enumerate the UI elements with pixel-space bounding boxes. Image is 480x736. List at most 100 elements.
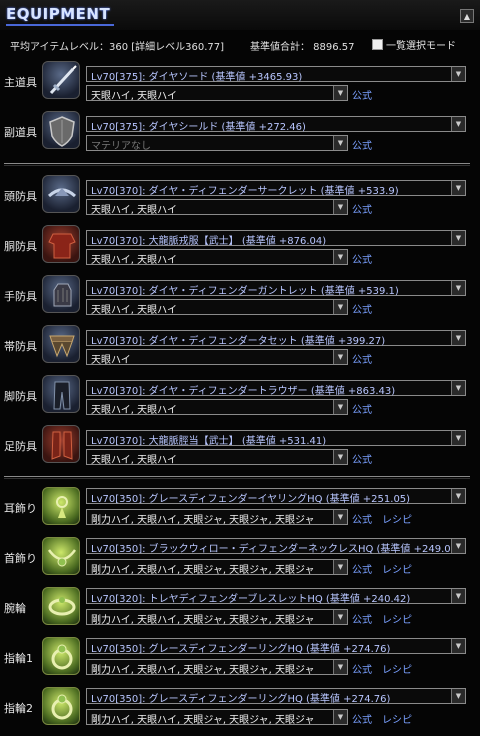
- slot-label: 指輪1: [4, 652, 33, 665]
- chevron-down-icon[interactable]: ▼: [333, 300, 347, 314]
- item-select[interactable]: Lv70[350]: グレースディフェンダーイヤリングHQ (基準値 +251.…: [86, 488, 466, 505]
- official-link[interactable]: 公式: [352, 611, 372, 626]
- chevron-down-icon[interactable]: ▼: [451, 381, 465, 395]
- official-link[interactable]: 公式: [352, 661, 372, 676]
- official-link[interactable]: 公式: [352, 401, 372, 416]
- official-link[interactable]: 公式: [352, 351, 372, 366]
- body-armor-icon[interactable]: [42, 225, 80, 263]
- materia-select[interactable]: 天眼ハイ, 天眼ハイ ▼: [86, 449, 348, 466]
- chevron-down-icon[interactable]: ▼: [451, 181, 465, 195]
- chevron-down-icon[interactable]: ▼: [451, 431, 465, 445]
- recipe-link[interactable]: レシピ: [382, 711, 412, 726]
- official-link[interactable]: 公式: [352, 711, 372, 726]
- materia-select[interactable]: 天眼ハイ, 天眼ハイ ▼: [86, 199, 348, 216]
- chevron-down-icon[interactable]: ▼: [333, 660, 347, 674]
- official-link[interactable]: 公式: [352, 451, 372, 466]
- slot-row-necklace: 首飾り Lv70[350]: ブラックウィロー・ディフェンダーネックレスHQ (…: [0, 534, 480, 580]
- item-select[interactable]: Lv70[370]: 大龍脈脛当【武士】 (基準値 +531.41) ▼: [86, 430, 466, 447]
- slot-row-ring-2: 指輪2 Lv70[350]: グレースディフェンダーリングHQ (基準値 +27…: [0, 684, 480, 730]
- item-select[interactable]: Lv70[320]: トレヤディフェンダーブレスレットHQ (基準値 +240.…: [86, 588, 466, 605]
- chevron-down-icon[interactable]: ▼: [333, 560, 347, 574]
- sword-icon[interactable]: [42, 61, 80, 99]
- item-select[interactable]: Lv70[370]: 大龍脈戎服【武士】 (基準値 +876.04) ▼: [86, 230, 466, 247]
- trousers-icon[interactable]: [42, 375, 80, 413]
- gauntlet-icon[interactable]: [42, 275, 80, 313]
- official-link[interactable]: 公式: [352, 511, 372, 526]
- materia-select[interactable]: 天眼ハイ ▼: [86, 349, 348, 366]
- slot-label: 胴防具: [4, 240, 37, 253]
- materia-select[interactable]: 天眼ハイ, 天眼ハイ ▼: [86, 85, 348, 102]
- chevron-down-icon[interactable]: ▼: [451, 639, 465, 653]
- materia-select[interactable]: 天眼ハイ, 天眼ハイ ▼: [86, 399, 348, 416]
- collapse-button[interactable]: ▲: [460, 9, 474, 23]
- chevron-down-icon[interactable]: ▼: [333, 610, 347, 624]
- chevron-down-icon[interactable]: ▼: [451, 589, 465, 603]
- official-link[interactable]: 公式: [352, 251, 372, 266]
- chevron-down-icon[interactable]: ▼: [451, 117, 465, 131]
- chevron-down-icon[interactable]: ▼: [333, 86, 347, 100]
- shield-icon[interactable]: [42, 111, 80, 149]
- slot-row-legs: 脚防具 Lv70[370]: ダイヤ・ディフェンダートラウザー (基準値 +86…: [0, 372, 480, 418]
- slot-label: 脚防具: [4, 390, 37, 403]
- select-all-checkbox[interactable]: [372, 39, 383, 50]
- item-select[interactable]: Lv70[375]: ダイヤシールド (基準値 +272.46) ▼: [86, 116, 466, 133]
- slot-row-waist: 帯防具 Lv70[370]: ダイヤ・ディフェンダータセット (基準値 +399…: [0, 322, 480, 368]
- slot-row-feet: 足防具 Lv70[370]: 大龍脈脛当【武士】 (基準値 +531.41) ▼ …: [0, 422, 480, 468]
- materia-select[interactable]: 剛力ハイ, 天眼ハイ, 天眼ジャ, 天眼ジャ, 天眼ジャ ▼: [86, 559, 348, 576]
- chevron-down-icon[interactable]: ▼: [333, 250, 347, 264]
- circlet-icon[interactable]: [42, 175, 80, 213]
- slot-label: 首飾り: [4, 552, 37, 565]
- recipe-link[interactable]: レシピ: [382, 561, 412, 576]
- bracelet-icon[interactable]: [42, 587, 80, 625]
- item-select[interactable]: Lv70[370]: ダイヤ・ディフェンダーガントレット (基準値 +539.1…: [86, 280, 466, 297]
- chevron-down-icon[interactable]: ▼: [333, 450, 347, 464]
- item-select[interactable]: Lv70[370]: ダイヤ・ディフェンダートラウザー (基準値 +863.43…: [86, 380, 466, 397]
- materia-select[interactable]: 天眼ハイ, 天眼ハイ ▼: [86, 299, 348, 316]
- chevron-down-icon[interactable]: ▼: [333, 510, 347, 524]
- official-link[interactable]: 公式: [352, 201, 372, 216]
- materia-select[interactable]: 剛力ハイ, 天眼ハイ, 天眼ジャ, 天眼ジャ, 天眼ジャ ▼: [86, 609, 348, 626]
- chevron-down-icon[interactable]: ▼: [451, 539, 465, 553]
- official-link[interactable]: 公式: [352, 137, 372, 152]
- slot-label: 耳飾り: [4, 502, 37, 515]
- materia-select[interactable]: 剛力ハイ, 天眼ハイ, 天眼ジャ, 天眼ジャ, 天眼ジャ ▼: [86, 659, 348, 676]
- chevron-down-icon[interactable]: ▼: [451, 281, 465, 295]
- earring-icon[interactable]: [42, 487, 80, 525]
- recipe-link[interactable]: レシピ: [382, 511, 412, 526]
- ring-icon[interactable]: [42, 687, 80, 725]
- ring-icon[interactable]: [42, 637, 80, 675]
- chevron-down-icon[interactable]: ▼: [333, 200, 347, 214]
- chevron-down-icon[interactable]: ▼: [451, 689, 465, 703]
- select-all-mode-toggle[interactable]: 一覧選択モード: [372, 37, 456, 52]
- official-link[interactable]: 公式: [352, 87, 372, 102]
- chevron-down-icon[interactable]: ▼: [451, 489, 465, 503]
- item-select[interactable]: Lv70[350]: グレースディフェンダーリングHQ (基準値 +274.76…: [86, 688, 466, 705]
- chevron-down-icon[interactable]: ▼: [451, 231, 465, 245]
- materia-select[interactable]: マテリアなし ▼: [86, 135, 348, 152]
- slot-row-earrings: 耳飾り Lv70[350]: グレースディフェンダーイヤリングHQ (基準値 +…: [0, 484, 480, 530]
- recipe-link[interactable]: レシピ: [382, 611, 412, 626]
- slot-row-bracelet: 腕輪 Lv70[320]: トレヤディフェンダーブレスレットHQ (基準値 +2…: [0, 584, 480, 630]
- slot-label: 足防具: [4, 440, 37, 453]
- chevron-down-icon[interactable]: ▼: [333, 136, 347, 150]
- item-select[interactable]: Lv70[350]: ブラックウィロー・ディフェンダーネックレスHQ (基準値 …: [86, 538, 466, 555]
- necklace-icon[interactable]: [42, 537, 80, 575]
- chevron-down-icon[interactable]: ▼: [333, 400, 347, 414]
- item-select[interactable]: Lv70[350]: グレースディフェンダーリングHQ (基準値 +274.76…: [86, 638, 466, 655]
- chevron-down-icon[interactable]: ▼: [333, 350, 347, 364]
- chevron-down-icon[interactable]: ▼: [451, 331, 465, 345]
- materia-select[interactable]: 剛力ハイ, 天眼ハイ, 天眼ジャ, 天眼ジャ, 天眼ジャ ▼: [86, 509, 348, 526]
- recipe-link[interactable]: レシピ: [382, 661, 412, 676]
- official-link[interactable]: 公式: [352, 301, 372, 316]
- tassets-icon[interactable]: [42, 325, 80, 363]
- materia-select[interactable]: 剛力ハイ, 天眼ハイ, 天眼ジャ, 天眼ジャ, 天眼ジャ ▼: [86, 709, 348, 726]
- slot-label: 手防具: [4, 290, 37, 303]
- chevron-down-icon[interactable]: ▼: [451, 67, 465, 81]
- chevron-down-icon[interactable]: ▼: [333, 710, 347, 724]
- item-select[interactable]: Lv70[375]: ダイヤソード (基準値 +3465.93) ▼: [86, 66, 466, 83]
- greaves-icon[interactable]: [42, 425, 80, 463]
- item-select[interactable]: Lv70[370]: ダイヤ・ディフェンダーサークレット (基準値 +533.9…: [86, 180, 466, 197]
- item-select[interactable]: Lv70[370]: ダイヤ・ディフェンダータセット (基準値 +399.27)…: [86, 330, 466, 347]
- materia-select[interactable]: 天眼ハイ, 天眼ハイ ▼: [86, 249, 348, 266]
- official-link[interactable]: 公式: [352, 561, 372, 576]
